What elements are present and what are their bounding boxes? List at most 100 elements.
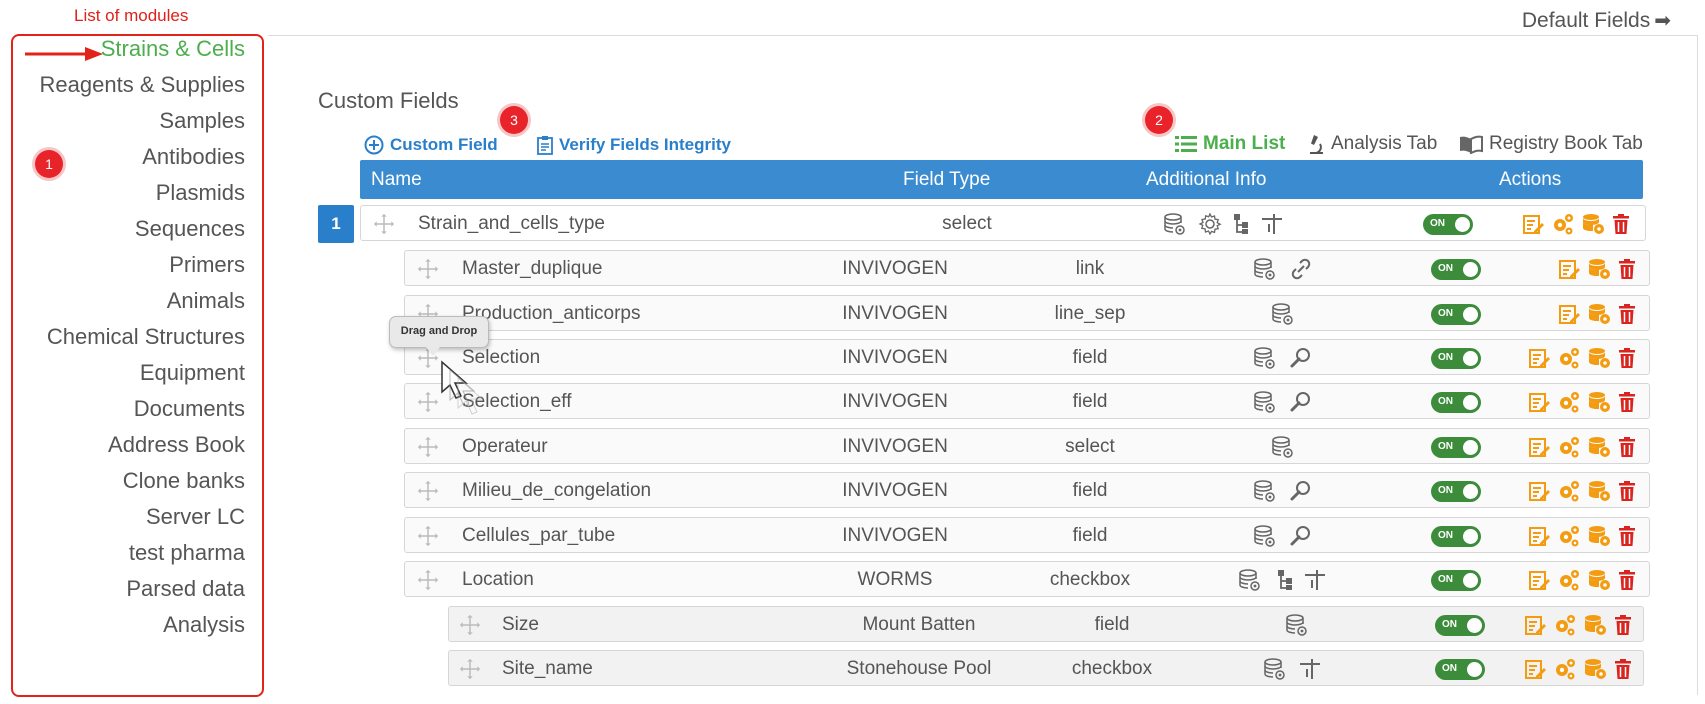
enabled-toggle[interactable]: ON (1431, 392, 1481, 413)
module-item-equipment[interactable]: Equipment (140, 360, 245, 386)
enabled-toggle[interactable]: ON (1431, 570, 1481, 591)
edit-icon[interactable] (1523, 657, 1547, 681)
enabled-toggle[interactable]: ON (1431, 304, 1481, 325)
table-row[interactable]: Operateur INVIVOGEN select ON (404, 428, 1650, 464)
module-item-parsed-data[interactable]: Parsed data (126, 576, 245, 602)
module-item-test-pharma[interactable]: test pharma (129, 540, 245, 566)
config-icon[interactable] (1551, 212, 1575, 236)
module-item-clone-banks[interactable]: Clone banks (123, 468, 245, 494)
tab-main-list[interactable]: Main List (1175, 133, 1285, 155)
module-item-primers[interactable]: Primers (169, 252, 245, 278)
tab-registry-book[interactable]: Registry Book Tab (1459, 133, 1643, 155)
module-item-reagents[interactable]: Reagents & Supplies (40, 72, 245, 98)
config-icon[interactable] (1557, 435, 1581, 459)
database-settings-icon[interactable] (1583, 613, 1607, 637)
delete-icon[interactable] (1615, 302, 1639, 326)
separator-icon[interactable] (1260, 212, 1284, 236)
default-fields-link[interactable]: Default Fields ➡ (1522, 8, 1671, 33)
module-item-chemical-structures[interactable]: Chemical Structures (47, 324, 245, 350)
enabled-toggle[interactable]: ON (1435, 615, 1485, 636)
enabled-toggle[interactable]: ON (1431, 437, 1481, 458)
drag-handle-icon[interactable] (417, 436, 439, 458)
edit-icon[interactable] (1527, 390, 1551, 414)
table-row[interactable]: Selection_eff INVIVOGEN field ON (404, 383, 1650, 419)
enabled-toggle[interactable]: ON (1435, 659, 1485, 680)
config-icon[interactable] (1557, 390, 1581, 414)
database-view-icon[interactable] (1238, 568, 1262, 592)
edit-icon[interactable] (1521, 212, 1545, 236)
edit-icon[interactable] (1527, 524, 1551, 548)
enabled-toggle[interactable]: ON (1423, 214, 1473, 235)
module-item-analysis[interactable]: Analysis (163, 612, 245, 638)
enabled-toggle[interactable]: ON (1431, 259, 1481, 280)
delete-icon[interactable] (1611, 657, 1635, 681)
drag-handle-icon[interactable] (417, 569, 439, 591)
table-row[interactable]: Milieu_de_congelation INVIVOGEN field ON (404, 472, 1650, 508)
separator-icon[interactable] (1303, 568, 1327, 592)
edit-icon[interactable] (1557, 302, 1581, 326)
edit-icon[interactable] (1527, 435, 1551, 459)
enabled-toggle[interactable]: ON (1431, 526, 1481, 547)
config-icon[interactable] (1553, 657, 1577, 681)
database-settings-icon[interactable] (1581, 212, 1605, 236)
database-view-icon[interactable] (1263, 657, 1287, 681)
tree-icon[interactable] (1230, 212, 1254, 236)
database-settings-icon[interactable] (1587, 257, 1611, 281)
table-row[interactable]: Site_name Stonehouse Pool checkbox ON (448, 650, 1644, 686)
add-custom-field-button[interactable]: Custom Field (364, 135, 498, 155)
delete-icon[interactable] (1615, 390, 1639, 414)
database-settings-icon[interactable] (1587, 524, 1611, 548)
link-icon[interactable] (1289, 257, 1313, 281)
database-settings-icon[interactable] (1587, 302, 1611, 326)
config-icon[interactable] (1553, 613, 1577, 637)
table-row[interactable]: Size Mount Batten field ON (448, 606, 1644, 642)
edit-icon[interactable] (1527, 568, 1551, 592)
delete-icon[interactable] (1615, 257, 1639, 281)
config-icon[interactable] (1557, 346, 1581, 370)
delete-icon[interactable] (1615, 346, 1639, 370)
tree-icon[interactable] (1274, 568, 1298, 592)
drag-handle-icon[interactable] (417, 525, 439, 547)
database-view-icon[interactable] (1271, 435, 1295, 459)
module-item-documents[interactable]: Documents (134, 396, 245, 422)
enabled-toggle[interactable]: ON (1431, 481, 1481, 502)
database-settings-icon[interactable] (1587, 479, 1611, 503)
database-view-icon[interactable] (1253, 257, 1277, 281)
drag-handle-icon[interactable] (459, 614, 481, 636)
table-row[interactable]: Master_duplique INVIVOGEN link ON (404, 250, 1650, 286)
config-icon[interactable] (1557, 479, 1581, 503)
verify-fields-button[interactable]: Verify Fields Integrity (537, 135, 731, 155)
search-icon[interactable] (1289, 524, 1313, 548)
delete-icon[interactable] (1615, 435, 1639, 459)
config-icon[interactable] (1557, 568, 1581, 592)
edit-icon[interactable] (1523, 613, 1547, 637)
module-item-address-book[interactable]: Address Book (108, 432, 245, 458)
search-icon[interactable] (1289, 346, 1313, 370)
delete-icon[interactable] (1611, 613, 1635, 637)
delete-icon[interactable] (1615, 524, 1639, 548)
settings-icon[interactable] (1198, 212, 1222, 236)
module-item-samples[interactable]: Samples (159, 108, 245, 134)
search-icon[interactable] (1289, 390, 1313, 414)
separator-icon[interactable] (1298, 657, 1322, 681)
database-settings-icon[interactable] (1587, 346, 1611, 370)
drag-handle-icon[interactable] (417, 391, 439, 413)
edit-icon[interactable] (1527, 346, 1551, 370)
module-item-sequences[interactable]: Sequences (135, 216, 245, 242)
table-row[interactable]: Cellules_par_tube INVIVOGEN field ON (404, 517, 1650, 553)
database-settings-icon[interactable] (1583, 657, 1607, 681)
drag-handle-icon[interactable] (459, 658, 481, 680)
database-view-icon[interactable] (1253, 479, 1277, 503)
database-view-icon[interactable] (1253, 346, 1277, 370)
table-row[interactable]: Selection INVIVOGEN field ON (404, 339, 1650, 375)
module-item-server-lc[interactable]: Server LC (146, 504, 245, 530)
database-view-icon[interactable] (1271, 302, 1295, 326)
edit-icon[interactable] (1527, 479, 1551, 503)
database-view-icon[interactable] (1253, 524, 1277, 548)
delete-icon[interactable] (1615, 479, 1639, 503)
table-row[interactable]: Production_anticorps INVIVOGEN line_sep … (404, 295, 1650, 331)
group-number[interactable]: 1 (318, 205, 354, 243)
drag-handle-icon[interactable] (373, 213, 395, 235)
config-icon[interactable] (1557, 524, 1581, 548)
edit-icon[interactable] (1557, 257, 1581, 281)
